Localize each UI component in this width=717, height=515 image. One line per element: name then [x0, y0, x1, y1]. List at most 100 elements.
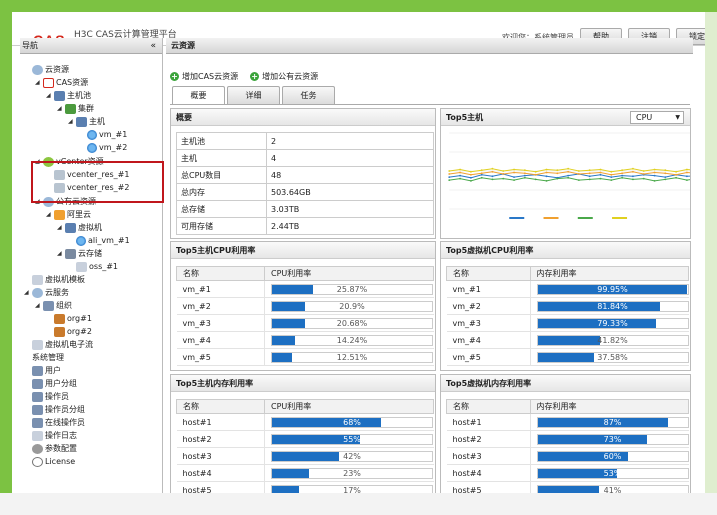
data-point: [545, 171, 548, 174]
add-cas-resource-button[interactable]: + 增加CAS云资源: [170, 69, 238, 83]
tree-item-label: 集群: [78, 104, 94, 113]
tab-overview[interactable]: 概要: [172, 86, 225, 104]
tree-item[interactable]: ◢ 云服务: [24, 286, 69, 299]
tree-item[interactable]: 虚拟机模板: [24, 273, 85, 286]
tree-item[interactable]: 用户分组: [24, 377, 77, 390]
data-point: [480, 176, 483, 179]
table-row[interactable]: vm_#2 20.9%: [176, 297, 434, 315]
expand-arrow-icon[interactable]: ◢: [57, 221, 65, 234]
table-row[interactable]: host#2 73%: [446, 430, 689, 448]
host-mem-panel: Top5主机内存利用率 名称 CPU利用率 host#1 68% host#2 55% ho…: [170, 374, 436, 499]
tree-item[interactable]: vm_#2: [79, 141, 127, 154]
operator-group-icon: [32, 404, 43, 415]
tree-item[interactable]: 用户: [24, 364, 61, 377]
collapse-icon[interactable]: «: [150, 38, 156, 54]
column-header[interactable]: 内存利用率: [529, 266, 689, 281]
table-row[interactable]: host#4 53%: [446, 464, 689, 482]
tree-item[interactable]: 参数配置: [24, 442, 77, 455]
column-header[interactable]: 名称: [176, 399, 265, 414]
summary-row: 主机 4: [176, 149, 434, 167]
data-point: [664, 169, 667, 172]
table-row[interactable]: vm_#5 37.58%: [446, 348, 689, 366]
tree-item[interactable]: 虚拟机电子流: [24, 338, 93, 351]
tree-item[interactable]: ◢ 主机: [68, 115, 105, 128]
data-point: [491, 170, 494, 173]
top5-host-title-text: Top5主机: [446, 113, 484, 122]
usage-label: 55%: [343, 434, 361, 444]
tree-item[interactable]: License: [24, 455, 75, 468]
table-row[interactable]: host#1 87%: [446, 413, 689, 431]
tree-item-label: 虚拟机模板: [45, 275, 85, 284]
vm-folder-icon: [65, 222, 76, 233]
tree-item[interactable]: 在线操作员: [24, 416, 85, 429]
tree-item[interactable]: 系统管理: [24, 351, 64, 364]
highlight-box: [31, 161, 164, 203]
add-public-cloud-button[interactable]: + 增加公有云资源: [250, 69, 318, 83]
tab-details[interactable]: 详细: [227, 86, 280, 104]
tree-item[interactable]: ◢ 阿里云: [46, 208, 91, 221]
table-row[interactable]: vm_#3 20.68%: [176, 314, 434, 332]
tab-tasks[interactable]: 任务: [282, 86, 335, 104]
tree-item[interactable]: ali_vm_#1: [68, 234, 130, 247]
tree-item[interactable]: ◢ 集群: [57, 102, 94, 115]
tree-item-label: 操作员: [45, 392, 69, 401]
tree-item[interactable]: 操作员分组: [24, 403, 85, 416]
column-header[interactable]: CPU利用率: [264, 399, 434, 414]
expand-arrow-icon[interactable]: ◢: [35, 76, 43, 89]
tree-item[interactable]: ◢ CAS资源: [35, 76, 88, 89]
tree-item[interactable]: org#1: [46, 312, 92, 325]
row-bar-cell: 81.84%: [530, 297, 689, 315]
table-row[interactable]: vm_#4 14.24%: [176, 331, 434, 349]
tree-item[interactable]: 操作员: [24, 390, 69, 403]
column-header[interactable]: 名称: [176, 266, 265, 281]
expand-arrow-icon[interactable]: ◢: [57, 102, 65, 115]
tree-item[interactable]: vm_#1: [79, 128, 127, 141]
tree-item[interactable]: ◢ 虚拟机: [57, 221, 102, 234]
tree-item-label: 云资源: [45, 65, 69, 74]
usage-bar: 55%: [271, 433, 433, 445]
column-header[interactable]: 内存利用率: [529, 399, 689, 414]
row-name: vm_#2: [176, 297, 265, 315]
expand-arrow-icon[interactable]: ◢: [68, 115, 76, 128]
data-point: [599, 168, 602, 171]
tree-item[interactable]: ◢ 云存储: [57, 247, 102, 260]
data-point: [545, 180, 548, 182]
expand-arrow-icon[interactable]: ◢: [57, 247, 65, 260]
table-row[interactable]: vm_#3 79.33%: [446, 314, 689, 332]
tree-item[interactable]: org#2: [46, 325, 92, 338]
tree-item-label: 阿里云: [67, 210, 91, 219]
tree-item[interactable]: ◢ 组织: [35, 299, 72, 312]
table-row[interactable]: host#4 23%: [176, 464, 434, 482]
table-row[interactable]: host#3 60%: [446, 447, 689, 465]
tab-bar: 概要 详细 任务: [172, 86, 335, 104]
chevron-down-icon: ▼: [675, 114, 680, 121]
row-name: vm_#4: [446, 331, 531, 349]
column-header[interactable]: 名称: [446, 399, 531, 414]
table-row[interactable]: vm_#1 99.95%: [446, 280, 689, 298]
table-row[interactable]: host#2 55%: [176, 430, 434, 448]
expand-arrow-icon[interactable]: ◢: [24, 286, 32, 299]
expand-arrow-icon[interactable]: ◢: [46, 208, 54, 221]
bottom-edge: [0, 493, 717, 515]
table-row[interactable]: vm_#1 25.87%: [176, 280, 434, 298]
column-header[interactable]: CPU利用率: [264, 266, 434, 281]
host-icon: [76, 116, 87, 127]
table-row[interactable]: host#3 42%: [176, 447, 434, 465]
table-row[interactable]: host#1 68%: [176, 413, 434, 431]
data-point: [588, 169, 591, 172]
metric-select[interactable]: CPU ▼: [630, 111, 684, 124]
data-point: [664, 172, 667, 175]
tree-item[interactable]: 云资源: [24, 63, 69, 76]
expand-arrow-icon[interactable]: ◢: [46, 89, 54, 102]
column-header[interactable]: 名称: [446, 266, 531, 281]
tree-item[interactable]: oss_#1: [68, 260, 118, 273]
tree-item[interactable]: 操作日志: [24, 429, 77, 442]
table-row[interactable]: vm_#5 12.51%: [176, 348, 434, 366]
expand-arrow-icon[interactable]: ◢: [35, 299, 43, 312]
data-point: [469, 180, 472, 182]
table-row[interactable]: vm_#4 41.82%: [446, 331, 689, 349]
tree-item[interactable]: ◢ 主机池: [46, 89, 91, 102]
tree-item-label: 用户分组: [45, 379, 77, 388]
table-row[interactable]: vm_#2 81.84%: [446, 297, 689, 315]
tree-item-label: 参数配置: [45, 444, 77, 453]
